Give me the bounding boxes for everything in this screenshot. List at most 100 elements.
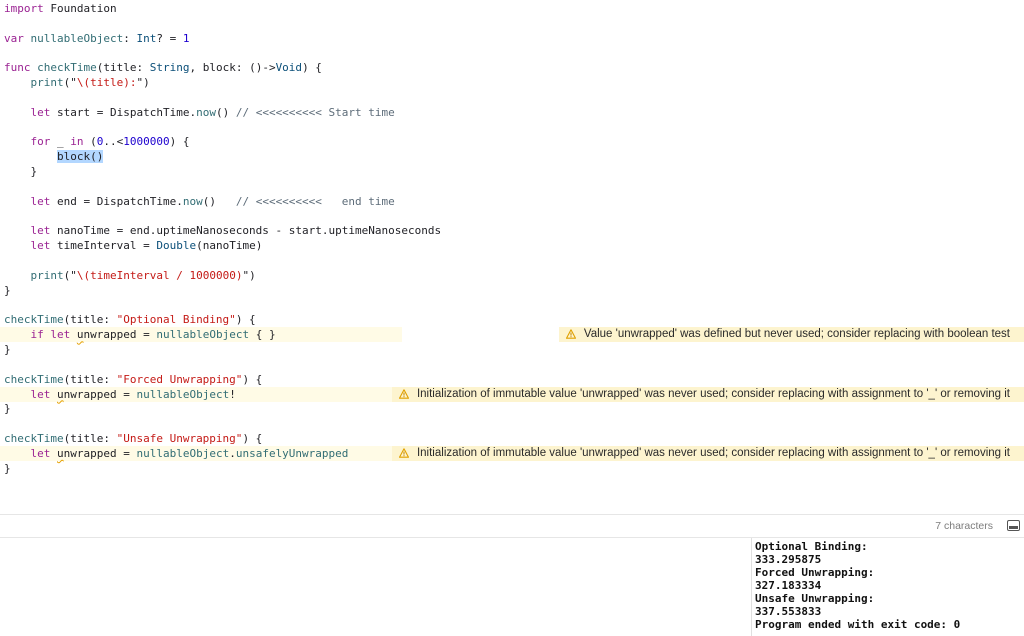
code-token: nullableObject [30,31,124,45]
code-line[interactable] [0,253,1024,268]
code-line[interactable] [0,298,1024,313]
code-text: print("\(timeInterval / 1000000)") [4,268,256,283]
inline-warning[interactable]: Initialization of immutable value 'unwra… [391,386,1024,402]
code-token: Void [275,61,303,75]
code-line[interactable]: if let unwrapped = nullableObject { } Val… [0,327,1024,343]
code-line[interactable]: print("\(timeInterval / 1000000)") [0,268,1024,283]
code-line[interactable] [0,179,1024,194]
code-text: } [4,461,11,476]
code-token: String [149,61,190,75]
code-token: ) { [242,432,263,446]
code-text: checkTime(title: "Optional Binding") { [4,312,256,327]
code-text: checkTime(title: "Forced Unwrapping") { [4,372,262,387]
code-text: var nullableObject: Int? = 1 [4,31,189,46]
console-divider [751,538,752,636]
code-token: import [4,2,44,15]
code-token: let [30,446,51,460]
code-text: } [4,283,11,298]
warning-message: Value 'unwrapped' was defined but never … [583,328,1010,341]
code-line[interactable] [0,16,1024,31]
code-line[interactable]: print("\(title):") [0,75,1024,90]
code-token: checkTime [4,313,64,327]
code-text: print("\(title):") [4,75,150,90]
code-token: _ [50,135,71,149]
code-line[interactable]: } [0,283,1024,298]
code-line[interactable]: var nullableObject: Int? = 1 [0,31,1024,46]
code-line[interactable]: func checkTime(title: String, block: ()-… [0,60,1024,75]
toggle-console-icon[interactable] [1007,520,1020,531]
code-token: u [76,328,84,342]
code-token: for [30,135,51,149]
code-line[interactable]: checkTime(title: "Unsafe Unwrapping") { [0,431,1024,446]
code-line[interactable] [0,90,1024,105]
code-token: (title: [63,432,117,446]
code-line[interactable]: let unwrapped = nullableObject! Initializ… [0,386,1024,402]
code-token: let [50,328,71,342]
code-text: let timeInterval = Double(nanoTime) [4,238,263,253]
code-line[interactable]: } [0,342,1024,357]
code-token: , block: ()-> [189,61,276,75]
code-token: ) { [242,372,263,386]
code-token: nwrapped = [63,387,137,401]
code-line[interactable]: checkTime(title: "Optional Binding") { [0,312,1024,327]
code-line[interactable]: } [0,164,1024,179]
code-line[interactable]: } [0,461,1024,476]
inline-warning[interactable]: Initialization of immutable value 'unwra… [391,445,1024,461]
code-text: let nanoTime = end.uptimeNanoseconds - s… [4,223,442,238]
warning-icon [398,448,409,458]
code-token: if [30,328,44,342]
code-line[interactable] [0,120,1024,135]
code-token: ! [229,387,236,401]
code-token: print [30,76,64,90]
code-token: checkTime [4,372,64,386]
code-token: nwrapped = [83,328,157,342]
code-text: } [4,401,11,416]
debug-console[interactable]: Optional Binding: 333.295875 Forced Unwr… [0,538,1024,636]
code-line[interactable]: for _ in (0..<1000000) { [0,134,1024,149]
code-token: . [229,446,236,460]
code-line[interactable]: let unwrapped = nullableObject.unsafelyU… [0,445,1024,461]
code-token: in [70,135,84,149]
code-token: let [30,239,51,253]
code-token: 1000000 [123,135,170,149]
code-line[interactable] [0,45,1024,60]
code-line[interactable]: import Foundation [0,1,1024,16]
code-line[interactable] [0,416,1024,431]
code-text: if let unwrapped = nullableObject { } [4,327,276,342]
editor-status-bar: 7 characters [0,514,1024,538]
code-token: // <<<<<<<<<< end time [235,194,395,208]
code-token: var [4,31,24,45]
code-line[interactable] [0,357,1024,372]
code-token: "Optional Binding" [116,313,236,327]
code-line[interactable] [0,209,1024,224]
code-token: ") [136,76,150,90]
code-token: \(timeInterval / 1000000) [76,268,243,282]
code-line[interactable]: } [0,401,1024,416]
code-line[interactable]: let timeInterval = Double(nanoTime) [0,238,1024,253]
code-text: import Foundation [4,1,117,16]
code-line[interactable]: block() [0,149,1024,164]
code-token: Foundation [43,2,117,15]
code-token: (title: [63,372,117,386]
code-token: 1 [182,31,190,45]
code-token: } [4,402,11,416]
code-token: func [4,61,31,75]
code-token: } [4,283,11,297]
code-editor[interactable]: import Foundation var nullableObject: Int… [0,0,1024,514]
code-token: timeInterval = [50,239,157,253]
code-line[interactable]: checkTime(title: "Forced Unwrapping") { [0,372,1024,387]
code-line[interactable]: let start = DispatchTime.now() // <<<<<<… [0,105,1024,120]
code-token: let [30,105,51,119]
code-line[interactable]: let end = DispatchTime.now() // <<<<<<<<… [0,194,1024,209]
code-line[interactable]: let nanoTime = end.uptimeNanoseconds - s… [0,223,1024,238]
inline-warning[interactable]: Value 'unwrapped' was defined but never … [558,327,1024,343]
